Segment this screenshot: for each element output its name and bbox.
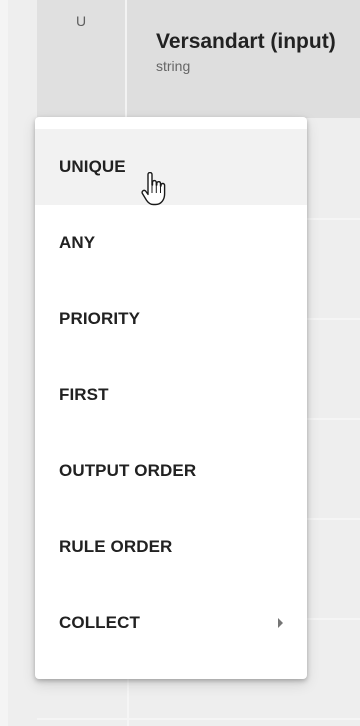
menu-item-priority[interactable]: PRIORITY <box>35 281 307 357</box>
menu-item-label: COLLECT <box>59 613 140 632</box>
left-gutter <box>0 0 8 726</box>
menu-item-rule-order[interactable]: RULE ORDER <box>35 509 307 585</box>
menu-item-label: RULE ORDER <box>59 537 173 556</box>
menu-item-label: OUTPUT ORDER <box>59 461 197 480</box>
hit-policy-menu: UNIQUE ANY PRIORITY FIRST OUTPUT ORDER R… <box>35 117 307 679</box>
menu-item-unique[interactable]: UNIQUE <box>35 129 307 205</box>
menu-item-label: ANY <box>59 233 96 252</box>
menu-item-any[interactable]: ANY <box>35 205 307 281</box>
menu-item-label: PRIORITY <box>59 309 141 328</box>
menu-item-output-order[interactable]: OUTPUT ORDER <box>35 433 307 509</box>
submenu-arrow-icon <box>278 618 283 628</box>
menu-item-label: UNIQUE <box>59 157 126 176</box>
input-column-header[interactable]: Versandart (input) string <box>129 0 360 118</box>
menu-item-label: FIRST <box>59 385 109 404</box>
input-column-title: Versandart (input) <box>156 30 336 53</box>
menu-item-first[interactable]: FIRST <box>35 357 307 433</box>
hit-policy-cell[interactable]: U <box>37 0 127 118</box>
menu-item-collect[interactable]: COLLECT <box>35 585 307 661</box>
input-column-type: string <box>156 58 191 74</box>
row-divider <box>37 718 360 720</box>
hit-policy-indicator: U <box>75 13 87 29</box>
